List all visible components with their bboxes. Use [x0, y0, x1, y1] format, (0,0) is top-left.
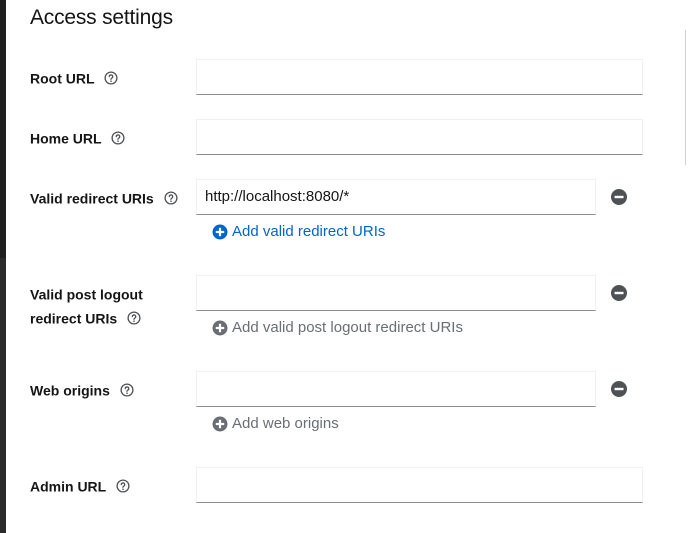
scrollbar[interactable]: [685, 30, 686, 165]
home-url-label-text: Home URL: [30, 130, 102, 147]
add-post-logout-uri-button[interactable]: Add valid post logout redirect URIs: [212, 319, 463, 336]
question-circle-icon[interactable]: [111, 131, 126, 145]
question-circle-icon[interactable]: [164, 191, 178, 205]
remove-web-origin-button[interactable]: [610, 380, 628, 398]
question-circle-icon[interactable]: [120, 383, 134, 397]
plus-circle-icon: [212, 224, 228, 239]
valid-redirect-uris-label-text: Valid redirect URIs: [30, 190, 154, 207]
root-url-label-text: Root URL: [30, 70, 95, 87]
valid-post-logout-label-line2: redirect URIs: [30, 310, 118, 327]
home-url-input[interactable]: [196, 119, 643, 155]
add-post-logout-uri-label: Add valid post logout redirect URIs: [232, 319, 463, 336]
web-origin-input[interactable]: [196, 371, 596, 407]
valid-post-logout-label-line1: Valid post logout: [30, 286, 143, 303]
question-circle-icon[interactable]: [104, 71, 118, 85]
valid-redirect-uris-label: Valid redirect URIs: [30, 185, 178, 210]
question-circle-icon[interactable]: [127, 311, 141, 325]
home-url-label: Home URL: [30, 125, 126, 150]
valid-redirect-uri-input[interactable]: http://localhost:8080/*: [196, 179, 596, 215]
add-redirect-uri-label: Add valid redirect URIs: [232, 223, 386, 240]
admin-url-label-text: Admin URL: [30, 478, 107, 495]
plus-circle-icon: [212, 416, 228, 431]
add-redirect-uri-button[interactable]: Add valid redirect URIs: [212, 223, 385, 240]
plus-circle-icon: [212, 320, 228, 335]
web-origins-label-text: Web origins: [30, 382, 110, 399]
root-url-label: Root URL: [30, 65, 118, 90]
valid-post-logout-label: Valid post logout: [30, 281, 143, 306]
remove-redirect-uri-button[interactable]: [610, 188, 628, 206]
admin-url-input[interactable]: [196, 467, 643, 503]
web-origins-label: Web origins: [30, 377, 134, 402]
question-circle-icon[interactable]: [116, 479, 130, 493]
post-logout-redirect-uri-input[interactable]: [196, 275, 596, 311]
admin-url-label: Admin URL: [30, 473, 130, 498]
section-title: Access settings: [30, 6, 173, 29]
add-web-origin-label: Add web origins: [232, 415, 339, 432]
valid-post-logout-label-line2-row: redirect URIs: [30, 305, 141, 330]
remove-post-logout-uri-button[interactable]: [610, 284, 628, 302]
root-url-input[interactable]: [196, 59, 643, 95]
add-web-origin-button[interactable]: Add web origins: [212, 415, 339, 432]
left-panel-edge-lower: [0, 258, 6, 533]
